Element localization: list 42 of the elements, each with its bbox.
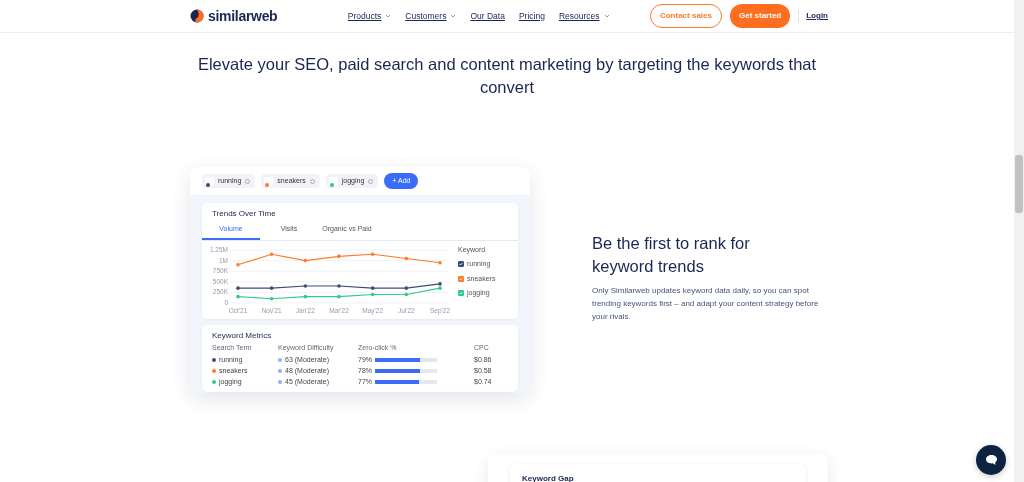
data-point (404, 292, 409, 296)
headline: Elevate your SEO, paid search and content marketing by targeting the keywords that convert (196, 54, 818, 98)
brand-name[interactable]: similarweb (208, 5, 278, 27)
card-title: Keyword Metrics (211, 329, 273, 342)
data-point (303, 258, 308, 262)
card-title: Trends Over Time (211, 208, 277, 220)
scrollbar[interactable] (1014, 0, 1024, 482)
chat-icon (984, 454, 998, 466)
difficulty-dot (278, 379, 282, 384)
chat-button[interactable] (976, 445, 1006, 475)
difficulty-dot (278, 357, 282, 362)
data-point (370, 292, 375, 296)
data-point (337, 254, 341, 258)
data-point (404, 285, 409, 290)
data-point (236, 294, 240, 298)
nav-link[interactable]: Our Data (470, 9, 505, 23)
data-point (303, 283, 308, 288)
data-point (303, 294, 308, 298)
data-point (269, 296, 274, 301)
data-point (337, 294, 341, 298)
card-title: Keyword Gap (510, 464, 806, 482)
nav-link[interactable]: Customers (405, 9, 457, 23)
login-link[interactable]: Login (798, 10, 828, 22)
data-point (370, 285, 375, 290)
nav-link[interactable]: Pricing (518, 9, 545, 23)
legend-checkbox[interactable] (458, 290, 464, 297)
feature-title: Be the first to rank for keyword trends (592, 233, 751, 277)
logo-icon (190, 9, 204, 23)
nav-link[interactable]: Products (347, 9, 392, 23)
legend-checkbox[interactable] (458, 275, 464, 282)
data-point (269, 285, 274, 290)
difficulty-dot (278, 368, 282, 373)
data-point (236, 285, 240, 290)
feature-text: Only Similarweb updates keyword data daily, so you can spot trending keywords first – and adapt your content strategy before your rivals. (592, 285, 820, 323)
data-point (404, 256, 409, 260)
nav-link[interactable]: Resources (558, 9, 610, 23)
data-point (269, 251, 274, 256)
legend-checkbox[interactable] (458, 261, 464, 268)
data-point (236, 262, 240, 267)
data-point (337, 283, 341, 288)
data-point (438, 260, 442, 264)
data-point (370, 251, 375, 256)
